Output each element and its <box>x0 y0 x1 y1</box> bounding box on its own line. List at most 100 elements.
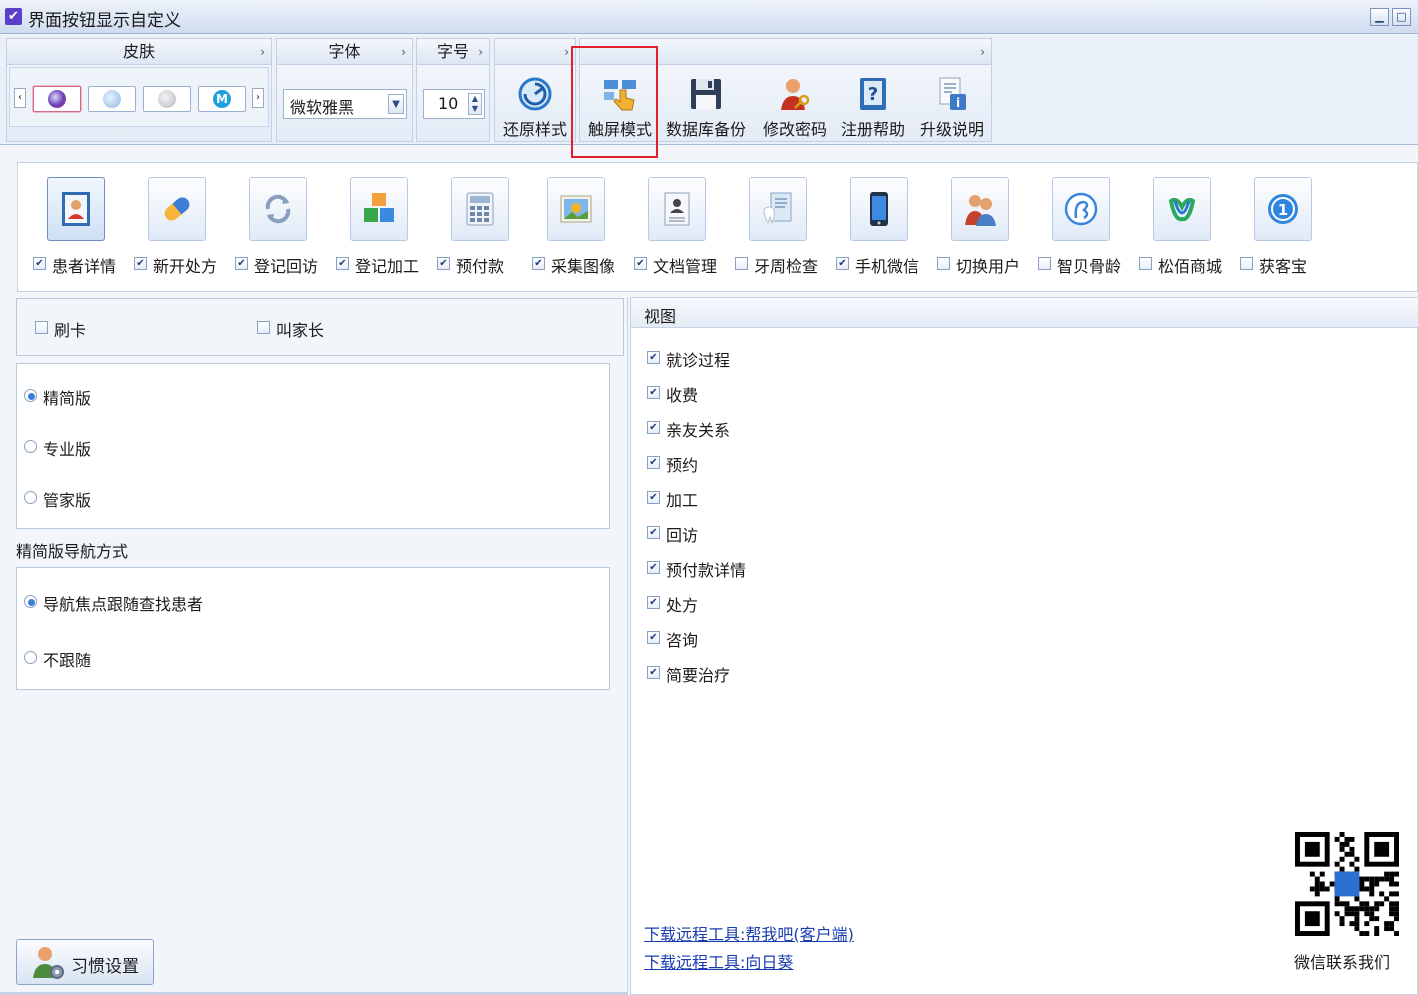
tools-group-more[interactable]: › <box>980 39 985 65</box>
view-item-4-checkbox[interactable]: ✔ <box>647 491 660 504</box>
nav-item-11-tile[interactable] <box>1153 177 1211 241</box>
skin-scroll-left[interactable]: ‹ <box>14 88 26 108</box>
nav-item-11-checkbox[interactable] <box>1139 257 1152 270</box>
skin-scroll-right[interactable]: › <box>252 88 264 108</box>
skin-option-metro[interactable]: M <box>198 86 246 112</box>
nav-item-10-label: 智贝骨龄 <box>1057 257 1122 276</box>
swipe-card-checkbox[interactable] <box>35 321 48 334</box>
svg-text:i: i <box>956 96 960 110</box>
upgrade-notes-button[interactable]: i 升级说明 <box>914 70 990 142</box>
view-item-2-label: 亲友关系 <box>666 421 731 440</box>
view-item-5-checkbox[interactable]: ✔ <box>647 526 660 539</box>
call-parent-label: 叫家长 <box>276 321 325 340</box>
nav-item-3-checkbox[interactable]: ✔ <box>336 257 349 270</box>
cubes-icon <box>364 193 394 222</box>
restore-style-button[interactable]: 还原样式 <box>497 70 573 142</box>
nav-item-1-tile[interactable] <box>148 177 206 241</box>
maximize-button[interactable]: □ <box>1392 8 1411 26</box>
window-title: 界面按钮显示自定义 <box>28 11 181 31</box>
upgrade-notes-label: 升级说明 <box>919 120 984 139</box>
view-item-0-checkbox[interactable]: ✔ <box>647 351 660 364</box>
skin-option-purple[interactable] <box>33 86 81 112</box>
skin-option-silver[interactable] <box>143 86 191 112</box>
user-gear-icon <box>33 947 64 979</box>
nav-item-0-tile[interactable] <box>47 177 105 241</box>
font-size-stepper[interactable]: 10 ▲ ▼ <box>423 89 485 119</box>
edition-radio-1[interactable] <box>24 440 37 453</box>
restore-group-more[interactable]: › <box>564 39 569 65</box>
call-parent-checkbox[interactable] <box>257 321 270 334</box>
nav-item-5-checkbox[interactable]: ✔ <box>532 257 545 270</box>
font-select[interactable]: 微软雅黑 ▼ <box>283 89 407 119</box>
nav-item-9-checkbox[interactable] <box>937 257 950 270</box>
title-check-icon: ✔ <box>5 8 22 25</box>
database-backup-button[interactable]: 数据库备份 <box>661 70 751 142</box>
edition-label-0: 精简版 <box>43 389 92 408</box>
nav-item-6-label: 文档管理 <box>653 257 718 276</box>
skin-group-more[interactable]: › <box>260 39 265 65</box>
nav-item-8-checkbox[interactable]: ✔ <box>836 257 849 270</box>
nav-mode-label-0: 导航焦点跟随查找患者 <box>43 595 204 614</box>
songbai-logo-icon <box>1168 197 1196 222</box>
view-item-2-checkbox[interactable]: ✔ <box>647 421 660 434</box>
nav-item-6-tile[interactable] <box>648 177 706 241</box>
nav-item-1-checkbox[interactable]: ✔ <box>134 257 147 270</box>
nav-item-9-label: 切换用户 <box>956 257 1021 276</box>
nav-item-8-label: 手机微信 <box>855 257 920 276</box>
font-group-more[interactable]: › <box>401 39 406 65</box>
nav-item-5-tile[interactable] <box>547 177 605 241</box>
nav-item-9-tile[interactable] <box>951 177 1009 241</box>
nav-item-4-checkbox[interactable]: ✔ <box>437 257 450 270</box>
nav-item-0-checkbox[interactable]: ✔ <box>33 257 46 270</box>
register-help-button[interactable]: ? 注册帮助 <box>836 70 910 142</box>
view-item-3-checkbox[interactable]: ✔ <box>647 456 660 469</box>
nav-item-3-tile[interactable] <box>350 177 408 241</box>
edition-radio-2[interactable] <box>24 491 37 504</box>
view-item-9-checkbox[interactable]: ✔ <box>647 666 660 679</box>
restore-icon <box>518 77 552 111</box>
view-item-1-checkbox[interactable]: ✔ <box>647 386 660 399</box>
minimize-button[interactable]: ▁ <box>1370 8 1389 26</box>
nav-item-10-tile[interactable] <box>1052 177 1110 241</box>
view-item-4-label: 加工 <box>666 491 699 510</box>
edition-radio-0[interactable] <box>24 389 37 402</box>
patient-card-icon <box>62 192 90 226</box>
download-bangwoba-link[interactable]: 下载远程工具:帮我吧(客户端) <box>644 921 854 945</box>
view-item-9-label: 简要治疗 <box>666 666 731 685</box>
download-sunflower-link[interactable]: 下载远程工具:向日葵 <box>644 949 793 973</box>
view-item-8-checkbox[interactable]: ✔ <box>647 631 660 644</box>
view-item-6-label: 预付款详情 <box>666 561 747 580</box>
habit-settings-label: 习惯设置 <box>71 957 139 977</box>
nav-item-5-label: 采集图像 <box>551 257 616 276</box>
nav-item-10-checkbox[interactable] <box>1038 257 1051 270</box>
nav-item-2-tile[interactable] <box>249 177 307 241</box>
view-item-7-checkbox[interactable]: ✔ <box>647 596 660 609</box>
view-title: 视图 <box>644 307 677 326</box>
phone-icon <box>870 192 888 226</box>
font-size-group-more[interactable]: › <box>478 39 483 65</box>
nav-mode-radio-0[interactable] <box>24 595 37 608</box>
nav-item-7-tile[interactable] <box>749 177 807 241</box>
nav-item-7-checkbox[interactable] <box>735 257 748 270</box>
nav-item-4-tile[interactable] <box>451 177 509 241</box>
qr-caption: 微信联系我们 <box>1294 953 1391 972</box>
font-select-value: 微软雅黑 <box>290 98 355 117</box>
tooth-clipboard-icon <box>763 192 792 225</box>
register-help-label: 注册帮助 <box>840 120 905 139</box>
chevron-down-icon[interactable]: ▼ <box>388 94 404 114</box>
nav-item-12-checkbox[interactable] <box>1240 257 1253 270</box>
view-item-6-checkbox[interactable]: ✔ <box>647 561 660 574</box>
picture-icon <box>560 195 592 223</box>
nav-item-2-checkbox[interactable]: ✔ <box>235 257 248 270</box>
change-password-button[interactable]: 修改密码 <box>756 70 834 142</box>
skin-option-blue[interactable] <box>88 86 136 112</box>
nav-item-8-tile[interactable] <box>850 177 908 241</box>
nav-item-6-checkbox[interactable]: ✔ <box>634 257 647 270</box>
view-item-3-label: 预约 <box>666 456 699 475</box>
help-book-icon: ? <box>860 78 886 110</box>
nav-mode-radio-1[interactable] <box>24 651 37 664</box>
habit-settings-button[interactable]: 习惯设置 <box>16 939 154 985</box>
stepper-arrows-icon[interactable]: ▲ ▼ <box>468 93 482 115</box>
change-password-label: 修改密码 <box>762 120 827 139</box>
nav-item-12-tile[interactable]: 1 <box>1254 177 1312 241</box>
